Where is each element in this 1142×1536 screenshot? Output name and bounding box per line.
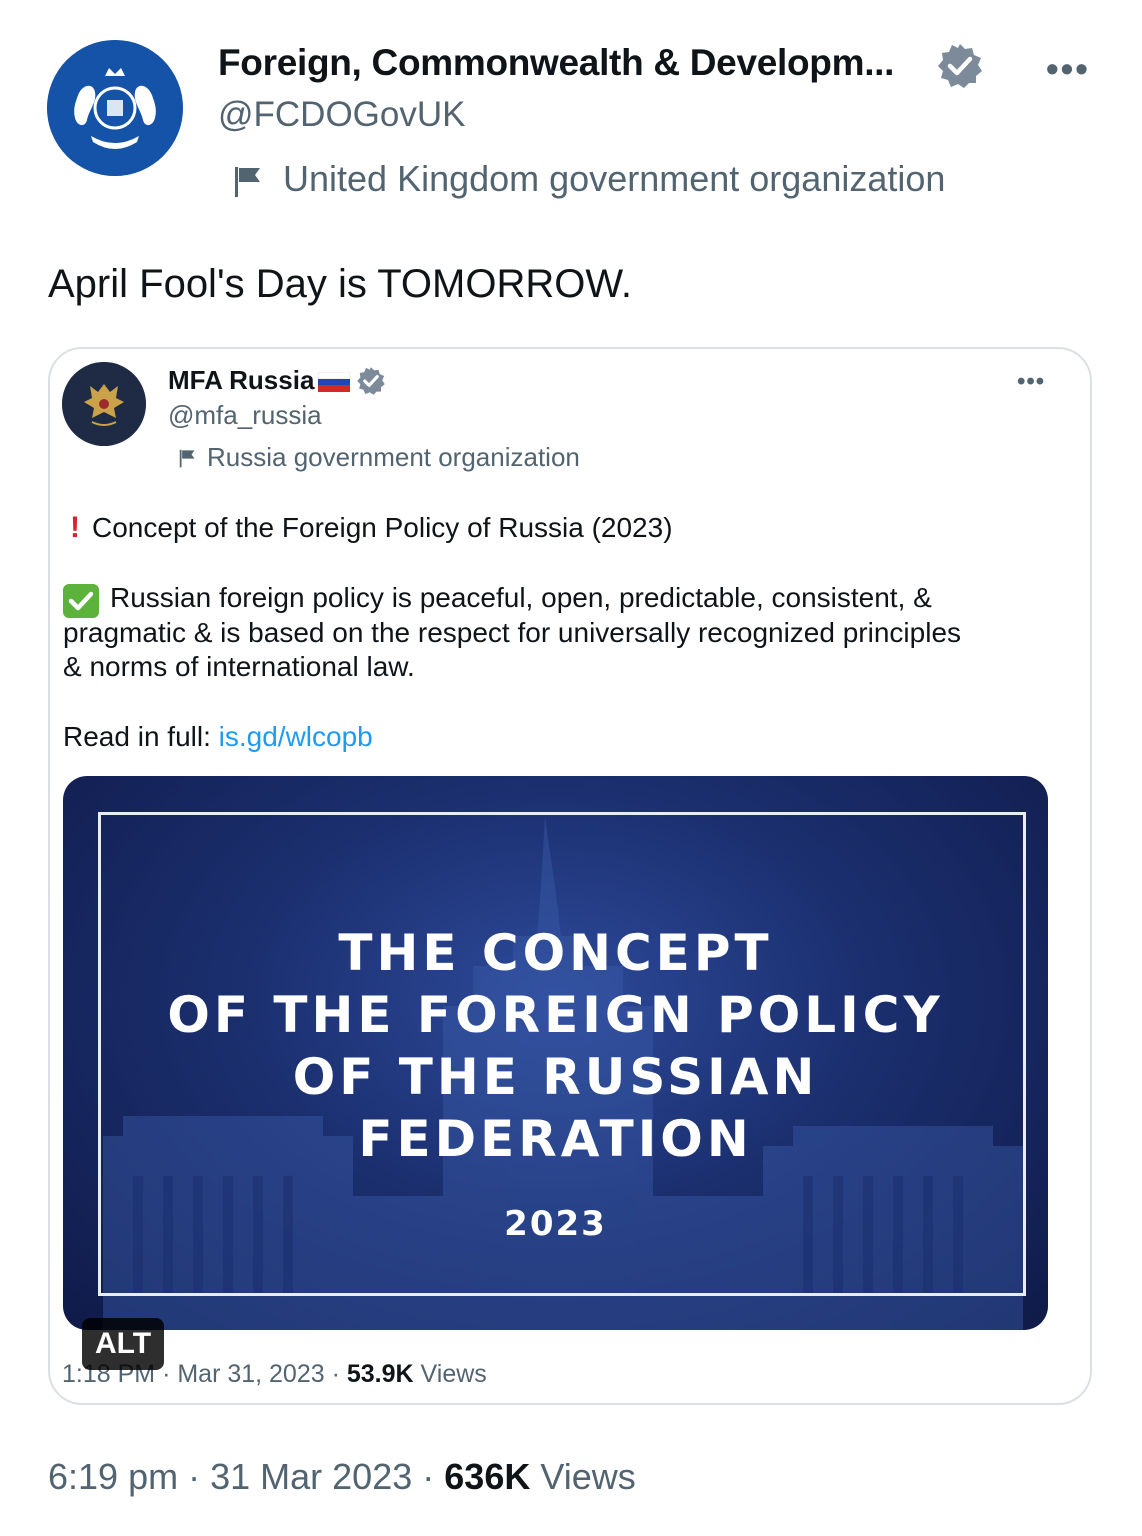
more-options-icon[interactable]: ••• <box>1046 48 1090 90</box>
flag-icon <box>178 448 198 468</box>
quoted-text-line: & norms of international law. <box>63 651 415 682</box>
quoted-government-label: Russia government organization <box>207 442 580 472</box>
quoted-headline: Concept of the Foreign Policy of Russia … <box>92 512 673 543</box>
image-title-line: FEDERATION <box>358 1110 753 1168</box>
quoted-author-name[interactable]: MFA Russia <box>168 365 314 396</box>
flag-icon <box>232 164 266 198</box>
verified-badge-icon <box>936 42 984 90</box>
government-label: United Kingdom government organization <box>283 158 946 199</box>
quoted-author-handle[interactable]: @mfa_russia <box>168 400 322 431</box>
quoted-text-line: ! Concept of the Foreign Policy of Russia… <box>70 511 673 545</box>
tweet-time[interactable]: 6:19 pm <box>48 1456 178 1497</box>
quoted-text-line: pragmatic & is based on the respect for … <box>63 617 962 648</box>
tweet-views-count: 636K <box>444 1456 531 1497</box>
policy-cover-image[interactable]: THE CONCEPT OF THE FOREIGN POLICY OF THE… <box>63 776 1048 1330</box>
royal-coat-of-arms-icon <box>47 40 183 176</box>
quoted-date[interactable]: · Mar 31, 2023 · <box>162 1360 340 1388</box>
read-in-full-link[interactable]: is.gd/wlcopb <box>219 721 373 752</box>
alt-text-badge[interactable]: ALT <box>82 1318 164 1370</box>
tweet-meta: 6:19 pm · 31 Mar 2023 · 636K Views <box>48 1456 636 1498</box>
author-handle[interactable]: @FCDOGovUK <box>218 95 466 135</box>
fcdo-avatar[interactable] <box>47 40 183 176</box>
tweet-date[interactable]: 31 Mar 2023 <box>210 1456 412 1497</box>
image-title-line: THE CONCEPT <box>338 924 773 982</box>
image-title-line: OF THE FOREIGN POLICY <box>167 986 944 1044</box>
check-mark-icon <box>63 584 99 618</box>
separator: · <box>422 1456 435 1497</box>
double-headed-eagle-icon <box>62 362 146 446</box>
quoted-text-line: Russian foreign policy is peaceful, open… <box>110 582 932 613</box>
image-title-line: OF THE RUSSIAN <box>292 1048 819 1106</box>
russian-flag-icon <box>317 371 351 392</box>
separator: · <box>188 1456 201 1497</box>
mfa-avatar[interactable] <box>62 362 146 446</box>
read-in-full-label: Read in full: <box>63 721 219 752</box>
quoted-views-label: Views <box>420 1360 487 1388</box>
quoted-views-count: 53.9K <box>346 1360 414 1388</box>
read-in-full-line: Read in full: is.gd/wlcopb <box>63 721 373 753</box>
exclamation-icon: ! <box>70 511 80 544</box>
tweet-text: April Fool's Day is TOMORROW. <box>48 262 633 306</box>
author-name[interactable]: Foreign, Commonwealth & Developm... <box>218 42 894 84</box>
more-options-icon[interactable]: ••• <box>1017 368 1045 396</box>
tweet-views-label: Views <box>540 1456 636 1497</box>
verified-badge-icon <box>356 366 386 396</box>
image-year: 2023 <box>504 1204 607 1244</box>
